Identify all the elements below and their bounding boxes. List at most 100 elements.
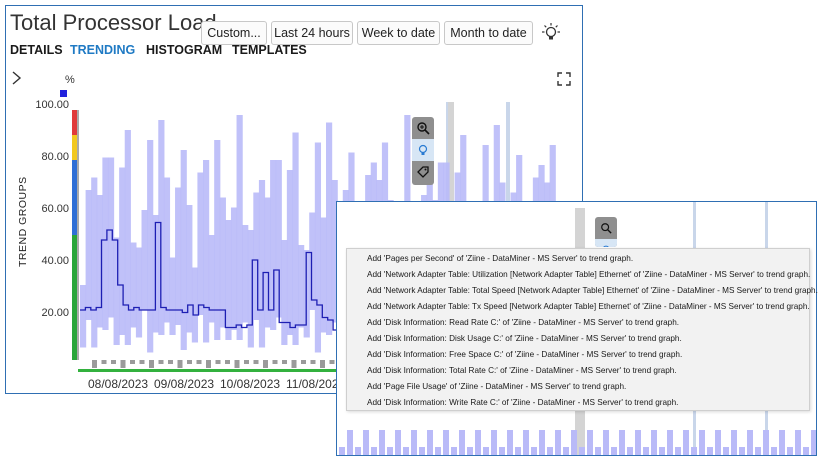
trend-groups-panel-toggle[interactable]: TREND GROUPS	[8, 66, 29, 386]
menu-item[interactable]: Add 'Network Adapter Table: Utilization …	[367, 270, 810, 279]
data-availability-bar	[263, 360, 268, 368]
data-availability-bar	[234, 360, 240, 368]
y-tick-label: 60.00	[41, 203, 69, 215]
lightbulb-icon[interactable]	[595, 239, 617, 247]
range-bar	[475, 430, 481, 455]
week-to-date-button[interactable]: Week to date	[357, 21, 440, 45]
range-bar	[571, 430, 577, 455]
range-bar	[347, 430, 353, 455]
range-bar	[795, 430, 801, 455]
range-bar	[763, 430, 769, 455]
range-bar	[225, 220, 232, 340]
threshold-band	[72, 135, 77, 160]
x-tick-label: 08/08/2023	[88, 377, 149, 391]
data-availability-bar	[111, 360, 116, 364]
range-bar	[555, 430, 561, 455]
range-bar	[563, 447, 569, 455]
lightbulb-icon[interactable]	[412, 139, 434, 161]
y-tick-label: 80.00	[41, 151, 69, 163]
menu-item[interactable]: Add 'Disk Information: Write Rate C:' of…	[367, 398, 678, 407]
menu-item[interactable]: Add 'Disk Information: Total Rate C:' of…	[367, 366, 677, 375]
tag-icon[interactable]	[412, 161, 434, 183]
range-bar	[292, 132, 299, 345]
range-bar	[771, 447, 777, 455]
range-bar	[651, 430, 657, 455]
y-tick-label: 100.00	[35, 99, 69, 111]
data-availability-bar	[301, 360, 306, 364]
range-bar	[699, 430, 705, 455]
zoom-icon[interactable]	[595, 217, 617, 239]
range-bar	[286, 170, 294, 335]
range-bar	[691, 447, 697, 455]
menu-item[interactable]: Add 'Page File Usage' of 'Ziine - DataMi…	[367, 382, 626, 391]
series-color-marker[interactable]	[60, 90, 67, 97]
data-availability-bar	[149, 360, 154, 368]
x-tick-label: 09/08/2023	[154, 377, 215, 391]
range-bar	[459, 430, 465, 455]
range-bar	[363, 430, 369, 455]
range-bar	[667, 430, 673, 455]
trend-groups-label: TREND GROUPS	[17, 176, 29, 267]
menu-item[interactable]: Add 'Disk Information: Free Space C:' of…	[367, 350, 682, 359]
data-availability-bar	[291, 360, 297, 368]
data-availability-bar	[92, 360, 97, 368]
range-bar	[635, 430, 641, 455]
range-bar	[411, 430, 417, 455]
menu-item[interactable]: Add 'Network Adapter Table: Tx Speed [Ne…	[367, 302, 810, 311]
range-bar	[339, 447, 345, 455]
range-bar	[435, 447, 441, 455]
menu-item[interactable]: Add 'Network Adapter Table: Total Speed …	[367, 286, 818, 295]
tab-details[interactable]: DETAILS	[10, 43, 63, 57]
range-bar	[547, 447, 553, 455]
data-availability-bar	[329, 360, 335, 364]
tab-trending[interactable]: TRENDING	[70, 43, 135, 57]
data-availability-bar	[158, 360, 164, 364]
range-bar	[403, 447, 409, 455]
y-unit-label: %	[65, 74, 75, 86]
range-bar	[141, 210, 148, 310]
x-tick-label: 10/08/2023	[220, 377, 281, 391]
range-bar	[387, 447, 393, 455]
menu-item[interactable]: Add 'Disk Information: Read Rate C:' of …	[367, 318, 679, 327]
y-tick-label: 40.00	[41, 255, 69, 267]
range-bar	[326, 122, 333, 335]
range-bar	[603, 430, 609, 455]
range-bar	[355, 447, 361, 455]
last-24-hours-button[interactable]: Last 24 hours	[271, 21, 353, 45]
range-bar	[371, 447, 377, 455]
range-bar	[499, 447, 505, 455]
menu-item[interactable]: Add 'Disk Information: Disk Usage C:' of…	[367, 334, 682, 343]
threshold-band	[72, 110, 77, 135]
range-bar	[539, 430, 545, 455]
custom-range-button[interactable]: Custom...	[201, 21, 267, 45]
range-bar	[175, 187, 182, 325]
data-availability-bar	[206, 360, 211, 368]
y-tick-label: 20.00	[41, 307, 69, 319]
lightbulb-icon[interactable]	[540, 22, 562, 44]
range-bar	[163, 177, 171, 323]
month-to-date-button[interactable]: Month to date	[444, 21, 533, 45]
range-bar	[281, 240, 288, 345]
range-bar	[611, 447, 617, 455]
tab-histogram[interactable]: HISTOGRAM	[146, 43, 222, 57]
range-bar	[135, 247, 143, 338]
range-bar	[707, 447, 713, 455]
range-bar	[755, 447, 761, 455]
range-bar	[467, 447, 473, 455]
menu-item[interactable]: Add 'Pages per Second' of 'Ziine - DataM…	[367, 254, 633, 263]
tab-templates[interactable]: TEMPLATES	[232, 43, 307, 57]
range-bar	[619, 430, 625, 455]
range-bar	[186, 205, 193, 333]
range-bar	[507, 430, 513, 455]
range-bar	[483, 447, 489, 455]
expand-icon[interactable]	[557, 72, 571, 86]
data-availability-bar	[101, 360, 107, 364]
range-bar	[130, 242, 137, 328]
range-bar	[242, 225, 249, 323]
chevron-right-icon[interactable]	[10, 70, 24, 86]
range-bar	[113, 237, 120, 345]
data-availability-bar	[187, 360, 192, 364]
zoom-icon[interactable]	[412, 117, 434, 139]
chart-toolbox	[412, 117, 434, 185]
range-bar	[683, 430, 689, 455]
